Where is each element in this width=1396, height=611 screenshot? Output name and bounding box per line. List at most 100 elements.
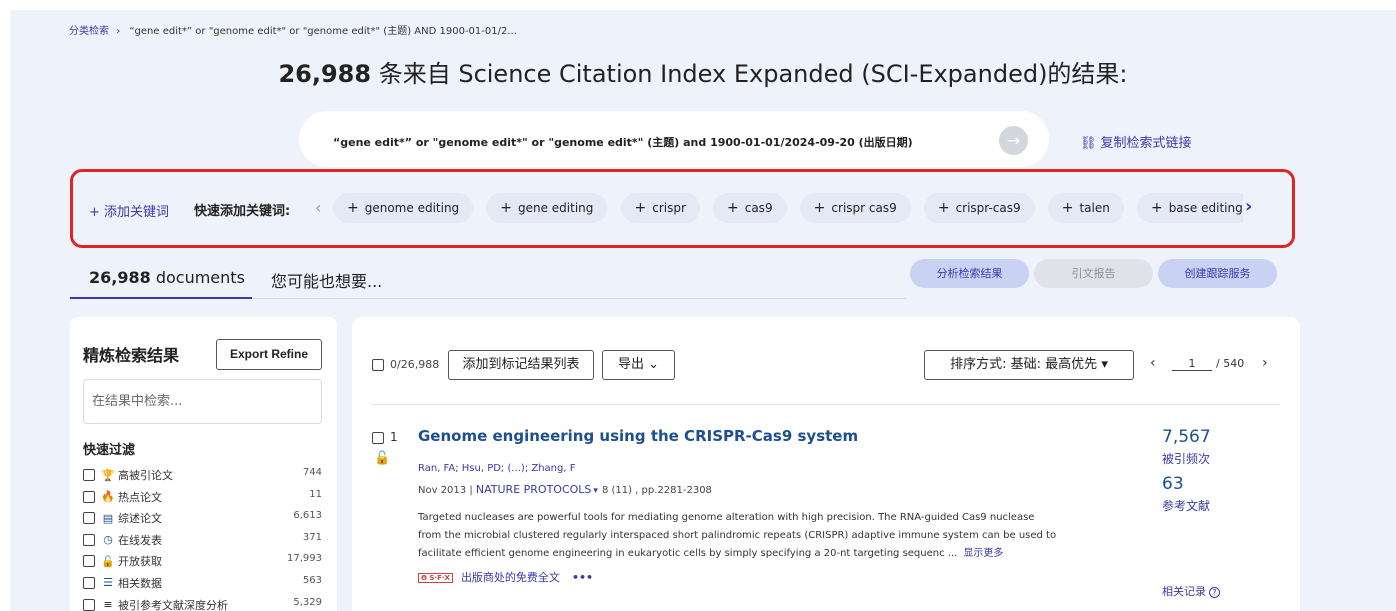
checkbox[interactable]: [372, 359, 384, 371]
trophy-icon: 🏆: [101, 468, 115, 482]
free-fulltext: Θ S·F·X 出版商处的免费全文 •••: [418, 569, 593, 585]
filter-count: 17,993: [287, 553, 322, 565]
filter-count: 563: [302, 574, 322, 586]
breadcrumb: 分类检索 › “gene edit*” or "genome edit*" or…: [69, 22, 517, 37]
checkbox[interactable]: [83, 469, 95, 481]
keyword-chip[interactable]: + talen: [1047, 193, 1124, 223]
copy-query-link[interactable]: ⛓ 复制检索式链接: [1080, 132, 1192, 151]
times-cited-count[interactable]: 7,567: [1162, 427, 1211, 447]
flame-icon: 🔥: [101, 490, 115, 504]
pagination: ‹ 1 / 540 ›: [1150, 355, 1280, 375]
filter-row[interactable]: 🔥 热点论文 11: [83, 489, 322, 511]
related-records-link[interactable]: 相关记录?: [1162, 583, 1220, 599]
filter-label: 开放获取: [118, 555, 162, 569]
select-count: 0/26,988: [390, 358, 440, 371]
plus-icon: +: [727, 200, 739, 216]
sort-select[interactable]: 排序方式: 基础: 最高优先 ▾: [924, 350, 1134, 380]
keyword-chip[interactable]: + crispr: [620, 193, 700, 223]
chevron-right-icon[interactable]: ›: [1245, 196, 1252, 217]
checkbox[interactable]: [83, 490, 95, 503]
select-all-checkbox[interactable]: 0/26,988: [372, 358, 439, 371]
record-abstract-text: Targeted nucleases are powerful tools fo…: [418, 512, 1057, 559]
record-source: Nov 2013 | NATURE PROTOCOLS ▾ 8 (11) , pp.…: [418, 483, 712, 496]
keyword-chips: + genome editing + gene editing + crispr + c…: [333, 193, 1243, 225]
filter-row[interactable]: ☰ 相关数据 563: [83, 575, 322, 597]
list-star-icon: ≡: [103, 598, 113, 611]
plus-icon: +: [634, 200, 647, 216]
add-keyword-button[interactable]: + 添加关键词: [89, 201, 169, 220]
breadcrumb-separator: ›: [116, 26, 121, 37]
keyword-chip[interactable]: + genome editing: [333, 193, 474, 223]
citation-report-button[interactable]: 引文报告: [1034, 259, 1153, 288]
query-text: “gene edit*” or "genome edit*" or "genom…: [333, 136, 913, 149]
references-count[interactable]: 63: [1162, 474, 1184, 494]
tab-documents-count: 26,988: [89, 268, 151, 287]
page-number-input[interactable]: 1: [1172, 357, 1212, 371]
record-title-link[interactable]: Genome engineering using the CRISPR-Cas9…: [418, 427, 858, 445]
create-alert-button[interactable]: 创建跟踪服务: [1158, 259, 1277, 288]
record-volume: 8 (11) , pp.2281-2308: [601, 485, 712, 496]
record-index: 1: [390, 430, 398, 444]
search-within-input[interactable]: [83, 379, 322, 424]
record-authors[interactable]: Ran, FA; Hsu, PD; (...); Zhang, F: [418, 463, 575, 474]
breadcrumb-link-category-search[interactable]: 分类检索: [69, 26, 109, 37]
arrow-right-icon[interactable]: →: [999, 126, 1028, 155]
query-box: “gene edit*” or "genome edit*" or "genom…: [299, 111, 1049, 167]
database-icon: ☰: [103, 576, 113, 590]
filter-row[interactable]: 🏆 高被引论文 744: [83, 467, 322, 489]
journal-link[interactable]: NATURE PROTOCOLS: [476, 483, 592, 496]
filter-label: 热点论文: [118, 490, 162, 504]
filter-count: 6,613: [293, 510, 322, 522]
filter-label: 综述论文: [118, 512, 162, 526]
free-fulltext-link[interactable]: 出版商处的免费全文: [461, 571, 560, 584]
record-select[interactable]: 1: [372, 430, 398, 444]
keyword-chip[interactable]: + base editing: [1136, 193, 1243, 223]
unlock-icon: 🔓: [101, 554, 115, 568]
quick-add-keywords-label: 快速添加关键词:: [194, 204, 291, 219]
add-to-marked-list-button[interactable]: 添加到标记结果列表: [448, 350, 594, 380]
refine-title: 精炼检索结果: [83, 346, 180, 365]
checkbox[interactable]: [83, 576, 95, 589]
plus-icon: +: [813, 200, 826, 216]
results-title-suffix: 条来自 Science Citation Index Expanded (SCI…: [371, 60, 1128, 88]
refine-panel: 精炼检索结果 Export Refine 快速过滤 🏆高被引论文 744 🔥热点论文…: [70, 317, 337, 611]
tab-you-may-also-like[interactable]: 您可能也想要...: [271, 268, 382, 292]
tab-documents[interactable]: 26,988 documents: [89, 268, 245, 287]
tab-documents-label: documents: [150, 268, 245, 287]
page-total: / 540: [1216, 357, 1245, 370]
caret-down-icon[interactable]: ▾: [593, 486, 598, 496]
filter-row[interactable]: ◷ 在线发表 371: [83, 532, 322, 554]
chevron-right-icon[interactable]: ›: [1262, 355, 1268, 371]
sfx-badge[interactable]: Θ S·F·X: [418, 573, 453, 583]
chevron-down-icon: ⌄: [648, 357, 660, 372]
plus-icon: +: [937, 200, 950, 216]
checkbox[interactable]: [83, 533, 95, 546]
checkbox[interactable]: [83, 512, 95, 525]
unlock-icon: 🔓: [374, 451, 391, 466]
more-options-icon[interactable]: •••: [572, 571, 593, 584]
copy-query-link-label: 复制检索式链接: [1100, 136, 1192, 151]
document-icon: ▤: [102, 511, 114, 525]
keyword-chip[interactable]: + cas9: [713, 193, 787, 223]
keyword-chip[interactable]: + crispr-cas9: [923, 193, 1035, 223]
clock-icon: ◷: [103, 533, 113, 547]
export-refine-button[interactable]: Export Refine: [216, 339, 322, 370]
help-icon[interactable]: ?: [1209, 587, 1220, 598]
plus-icon: +: [500, 200, 512, 216]
chevron-left-icon[interactable]: ‹: [1150, 355, 1156, 371]
keyword-bar-highlight: + 添加关键词 快速添加关键词: ‹ + genome editing + gene…: [70, 169, 1295, 248]
filter-count: 371: [302, 531, 322, 543]
keyword-chip[interactable]: + gene editing: [486, 193, 608, 223]
show-more-link[interactable]: 显示更多: [963, 548, 1003, 559]
checkbox[interactable]: [83, 555, 95, 568]
results-panel: 0/26,988 添加到标记结果列表 导出 ⌄ 排序方式: 基础: 最高优先 ▾…: [352, 317, 1300, 611]
export-button[interactable]: 导出 ⌄: [602, 350, 675, 380]
checkbox[interactable]: [372, 431, 384, 444]
filter-row[interactable]: 🔓 开放获取 17,993: [83, 553, 322, 575]
keyword-chip[interactable]: + crispr cas9: [799, 193, 911, 223]
analyze-results-button[interactable]: 分析检索结果: [910, 259, 1029, 288]
filter-row[interactable]: ≡ 被引参考文献深度分析 5,329: [83, 597, 322, 611]
checkbox[interactable]: [83, 598, 95, 611]
chevron-left-icon[interactable]: ‹: [315, 198, 321, 217]
filter-row[interactable]: ▤ 综述论文 6,613: [83, 510, 322, 532]
